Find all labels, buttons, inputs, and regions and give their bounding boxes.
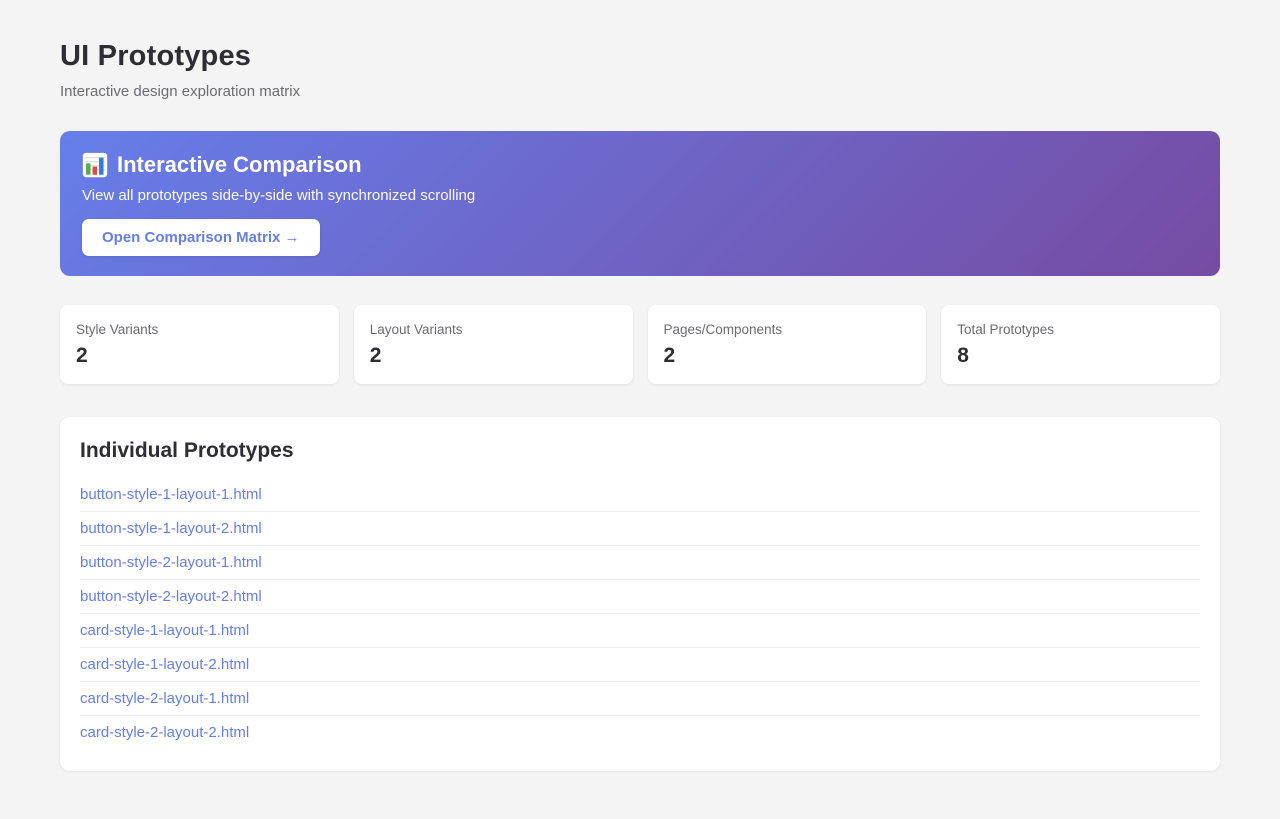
stat-card-pages-components: Pages/Components 2 — [648, 305, 927, 384]
list-item: card-style-1-layout-2.html — [80, 648, 1200, 682]
list-item: button-style-1-layout-1.html — [80, 478, 1200, 512]
prototype-list: button-style-1-layout-1.html button-styl… — [80, 478, 1200, 749]
comparison-banner: Interactive Comparison View all prototyp… — [60, 131, 1220, 276]
banner-description: View all prototypes side-by-side with sy… — [82, 187, 1198, 204]
open-comparison-matrix-button[interactable]: Open Comparison Matrix → — [82, 219, 320, 256]
stat-value: 2 — [664, 344, 911, 368]
prototype-link[interactable]: button-style-1-layout-2.html — [80, 512, 1200, 545]
stat-label: Total Prototypes — [957, 322, 1204, 337]
individual-prototypes-title: Individual Prototypes — [80, 439, 1200, 463]
individual-prototypes-card: Individual Prototypes button-style-1-lay… — [60, 417, 1220, 771]
stat-card-layout-variants: Layout Variants 2 — [354, 305, 633, 384]
list-item: button-style-2-layout-1.html — [80, 546, 1200, 580]
banner-title: Interactive Comparison — [117, 152, 362, 178]
stat-label: Pages/Components — [664, 322, 911, 337]
prototype-link[interactable]: card-style-1-layout-1.html — [80, 614, 1200, 647]
stat-value: 8 — [957, 344, 1204, 368]
prototype-link[interactable]: button-style-2-layout-1.html — [80, 546, 1200, 579]
stat-label: Style Variants — [76, 322, 323, 337]
list-item: card-style-2-layout-2.html — [80, 716, 1200, 749]
stat-value: 2 — [76, 344, 323, 368]
stat-value: 2 — [370, 344, 617, 368]
list-item: button-style-2-layout-2.html — [80, 580, 1200, 614]
page-title: UI Prototypes — [60, 40, 1220, 73]
prototype-link[interactable]: button-style-1-layout-1.html — [80, 478, 1200, 511]
list-item: card-style-2-layout-1.html — [80, 682, 1200, 716]
banner-title-row: Interactive Comparison — [82, 152, 1198, 178]
list-item: button-style-1-layout-2.html — [80, 512, 1200, 546]
prototype-link[interactable]: card-style-2-layout-2.html — [80, 716, 1200, 749]
stat-card-total-prototypes: Total Prototypes 8 — [941, 305, 1220, 384]
bar-chart-icon — [82, 152, 108, 178]
stats-row: Style Variants 2 Layout Variants 2 Pages… — [60, 305, 1220, 384]
prototype-link[interactable]: card-style-1-layout-2.html — [80, 648, 1200, 681]
page-container: UI Prototypes Interactive design explora… — [60, 0, 1220, 771]
page-subtitle: Interactive design exploration matrix — [60, 83, 1220, 100]
prototype-link[interactable]: button-style-2-layout-2.html — [80, 580, 1200, 613]
list-item: card-style-1-layout-1.html — [80, 614, 1200, 648]
stat-card-style-variants: Style Variants 2 — [60, 305, 339, 384]
stat-label: Layout Variants — [370, 322, 617, 337]
prototype-link[interactable]: card-style-2-layout-1.html — [80, 682, 1200, 715]
